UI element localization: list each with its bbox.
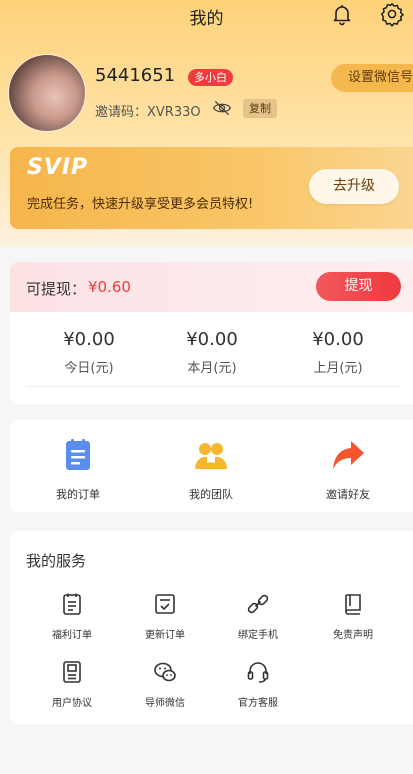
agreement-icon — [63, 661, 81, 683]
stat-value: ¥0.00 — [312, 329, 364, 350]
service-label: 官方客服 — [238, 698, 278, 709]
update-order-button[interactable]: 更新订单 — [120, 592, 210, 641]
set-wechat-button[interactable]: 设置微信号 — [331, 64, 413, 92]
user-id: 5441651 — [95, 65, 176, 86]
svip-description: 完成任务，快速升级享受更多会员特权! — [27, 197, 254, 212]
withdraw-label: 可提现： — [26, 280, 87, 298]
upgrade-button[interactable]: 去升级 — [309, 169, 399, 204]
share-icon — [333, 441, 364, 469]
headset-icon — [247, 662, 269, 683]
quick-action-label: 我的团队 — [189, 488, 233, 501]
app-header: 我的 — [0, 0, 413, 34]
eye-off-icon[interactable] — [212, 98, 232, 118]
customer-service-button[interactable]: 官方客服 — [213, 660, 303, 709]
bind-phone-button[interactable]: 绑定手机 — [213, 592, 303, 641]
update-order-icon — [155, 594, 175, 614]
service-label: 福利订单 — [52, 630, 92, 641]
services-title: 我的服务 — [26, 552, 87, 570]
stat-label: 本月(元) — [187, 361, 237, 376]
stat-value: ¥0.00 — [63, 329, 115, 350]
svip-card: SVIP 完成任务，快速升级享受更多会员特权! 去升级 — [10, 147, 413, 229]
my-team-button[interactable]: 我的团队 — [156, 438, 266, 502]
level-badge: 多小白 — [188, 69, 233, 86]
stat-month: ¥0.00 本月(元) — [152, 329, 272, 376]
my-services-card: 我的服务 福利订单 更新订单 绑定手机 免责声明 用户协议 导师微信 官方客服 — [10, 531, 413, 724]
stat-value: ¥0.00 — [186, 329, 238, 350]
invite-friends-button[interactable]: 邀请好友 — [293, 438, 403, 502]
stat-label: 上月(元) — [313, 361, 363, 376]
service-label: 导师微信 — [145, 698, 185, 709]
mentor-wechat-button[interactable]: 导师微信 — [120, 660, 210, 709]
gear-icon[interactable] — [379, 1, 405, 27]
bell-icon[interactable] — [330, 2, 354, 26]
service-label: 绑定手机 — [238, 630, 278, 641]
user-agreement-button[interactable]: 用户协议 — [27, 660, 117, 709]
quick-actions-card: 我的订单 我的团队 邀请好友 — [10, 420, 413, 512]
link-icon — [247, 594, 269, 614]
service-label: 免责声明 — [333, 630, 373, 641]
book-icon — [345, 594, 361, 615]
my-orders-button[interactable]: 我的订单 — [23, 438, 133, 502]
quick-action-label: 我的订单 — [56, 488, 100, 501]
service-label: 用户协议 — [52, 698, 92, 709]
disclaimer-button[interactable]: 免责声明 — [308, 592, 398, 641]
avatar[interactable] — [8, 54, 86, 132]
divider — [26, 386, 401, 387]
svip-title: SVIP — [27, 155, 89, 180]
stat-today: ¥0.00 今日(元) — [29, 329, 149, 376]
service-label: 更新订单 — [145, 630, 185, 641]
withdraw-button[interactable]: 提现 — [316, 272, 401, 301]
order-icon — [66, 439, 90, 470]
withdraw-amount: ¥0.60 — [88, 278, 131, 296]
quick-action-label: 邀请好友 — [326, 488, 370, 501]
welfare-order-icon — [63, 593, 81, 615]
stat-label: 今日(元) — [64, 361, 114, 376]
copy-button[interactable]: 复制 — [243, 99, 277, 118]
welfare-order-button[interactable]: 福利订单 — [27, 592, 117, 641]
wechat-icon — [154, 662, 176, 682]
stat-last-month: ¥0.00 上月(元) — [278, 329, 398, 376]
invite-code: 邀请码：XVR33O — [95, 105, 201, 120]
withdraw-header: 可提现： ¥0.60 提现 — [10, 262, 413, 312]
withdraw-card: 可提现： ¥0.60 提现 ¥0.00 今日(元) ¥0.00 本月(元) ¥0… — [10, 262, 413, 404]
team-icon — [195, 443, 227, 469]
